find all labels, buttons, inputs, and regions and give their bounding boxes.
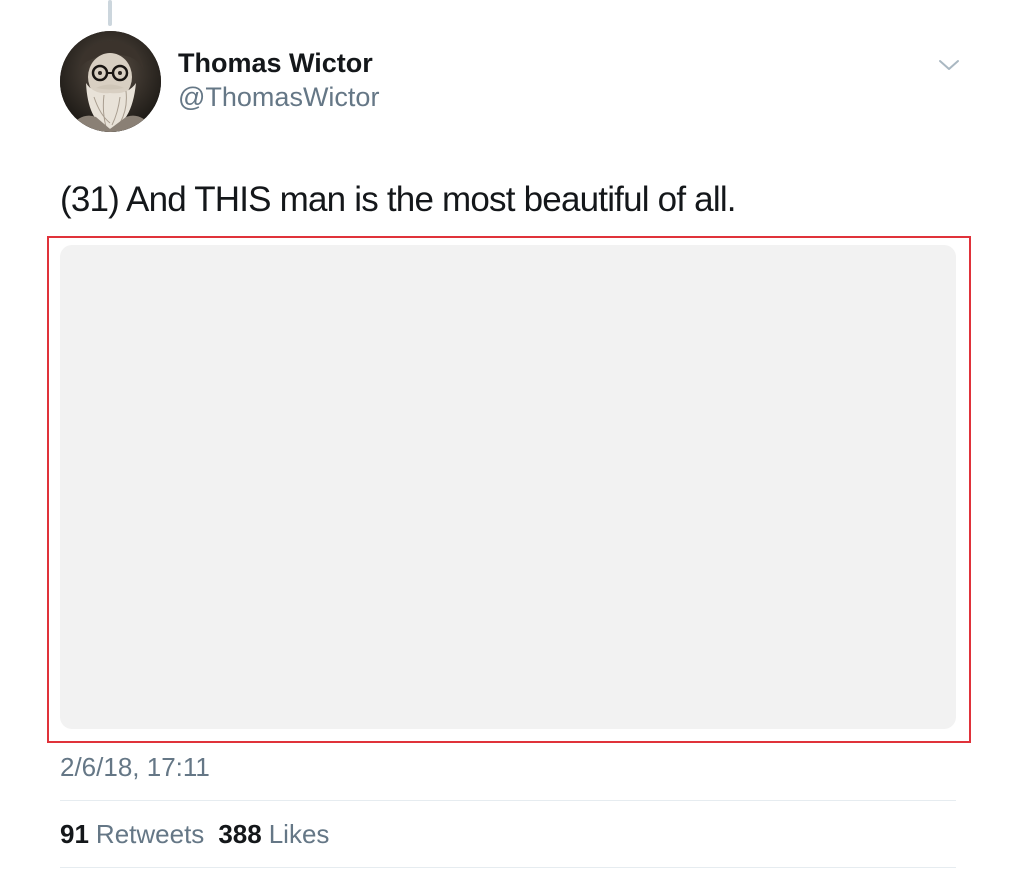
author-display-name[interactable]: Thomas Wictor — [178, 47, 373, 79]
retweets-stat[interactable]: 91 Retweets — [60, 819, 204, 849]
divider — [60, 867, 956, 868]
likes-stat[interactable]: 388 Likes — [218, 819, 329, 849]
likes-count: 388 — [218, 819, 262, 849]
likes-label: Likes — [268, 819, 330, 849]
thread-connector-line — [108, 0, 112, 26]
media-highlight-box — [47, 236, 971, 743]
tweet-timestamp[interactable]: 2/6/18, 17:11 — [60, 751, 210, 783]
avatar-illustration — [60, 31, 161, 132]
avatar[interactable] — [60, 31, 161, 132]
retweets-label: Retweets — [95, 819, 205, 849]
divider — [60, 800, 956, 801]
author-handle[interactable]: @ThomasWictor — [178, 81, 379, 113]
tweet-stats: 91 Retweets 388 Likes — [60, 817, 329, 851]
retweets-count: 91 — [60, 819, 89, 849]
chevron-down-icon — [939, 60, 959, 70]
tweet-text: (31) And THIS man is the most beautiful … — [60, 180, 737, 219]
tweet-menu-button[interactable] — [936, 56, 962, 74]
